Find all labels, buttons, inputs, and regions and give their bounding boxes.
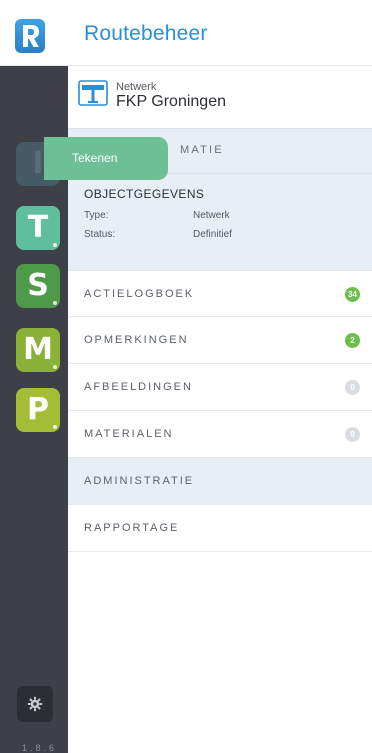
network-label: Netwerk [116,81,157,93]
type-key: Type: [84,210,109,221]
top-header: Routebeheer [0,0,372,66]
module-p-button[interactable]: P [16,388,60,432]
object-details: OBJECTGEGEVENS Type: Netwerk Status: Def… [68,174,372,270]
row-label: MATERIALEN [84,428,174,440]
row-opmerkingen[interactable]: OPMERKINGEN 2 [68,317,372,364]
tooltip-text: Tekenen [72,151,118,165]
type-value: Netwerk [193,210,230,221]
module-s-button[interactable]: S [16,264,60,308]
module-s-letter: S [27,268,49,303]
module-t-letter: T [27,210,49,245]
network-name: FKP Groningen [116,93,226,110]
module-i-letter: I [32,146,44,181]
module-p-indicator [53,425,57,429]
network-card[interactable]: Netwerk FKP Groningen [68,66,372,128]
app-title: Routebeheer [84,22,208,45]
module-m-indicator [53,365,57,369]
row-label: AFBEELDINGEN [84,381,193,393]
row-label: RAPPORTAGE [84,522,180,534]
row-rapportage[interactable]: RAPPORTAGE [68,505,372,552]
section-header-administratie[interactable]: ADMINISTRATIE [68,458,372,505]
settings-button[interactable] [17,686,53,722]
module-p-letter: P [27,392,49,427]
section-header-label: ADMINISTRATIE [84,475,195,487]
status-value: Definitief [193,229,232,240]
module-s-indicator [53,301,57,305]
row-label: ACTIELOGBOEK [84,288,195,300]
row-label: OPMERKINGEN [84,334,189,346]
signpost-icon [78,80,108,106]
count-badge: 0 [345,427,360,442]
count-badge: 2 [345,333,360,348]
module-t-indicator [53,243,57,247]
row-afbeeldingen[interactable]: AFBEELDINGEN 0 [68,364,372,411]
object-details-title: OBJECTGEGEVENS [84,187,205,201]
count-badge: 0 [345,380,360,395]
module-m-button[interactable]: M [16,328,60,372]
version-label: 1.8.6 [22,743,58,753]
module-m-letter: M [23,332,53,367]
module-t-button[interactable]: T [16,206,60,250]
row-actielogboek[interactable]: ACTIELOGBOEK 34 [68,270,372,317]
app-logo[interactable] [15,19,45,53]
module-tooltip: Tekenen [44,137,168,180]
gear-icon [27,696,43,712]
app-logo-icon [23,25,39,47]
row-materialen[interactable]: MATERIALEN 0 [68,411,372,458]
status-key: Status: [84,229,116,240]
section-header-label: MATIE [180,144,224,156]
count-badge: 34 [345,287,360,302]
